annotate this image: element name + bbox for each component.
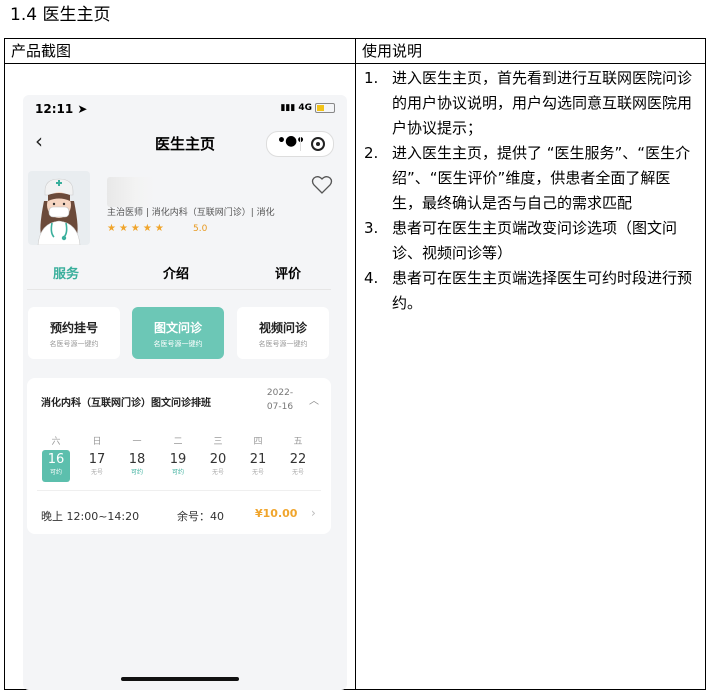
signal-icon: ▮▮▮ — [280, 103, 296, 113]
chevron-right-icon[interactable]: › — [311, 506, 316, 520]
service-text-consult-button[interactable]: 图文问诊 名医号源一键约 — [132, 307, 224, 359]
schedule-title: 消化内科（互联网门诊）图文问诊排班 — [41, 398, 211, 409]
day-item[interactable]: 六 16 可约 — [42, 434, 70, 482]
slot-price: ¥10.00 — [255, 507, 298, 520]
home-indicator — [121, 677, 239, 681]
rating-score: 5.0 — [193, 224, 208, 234]
day-item[interactable]: 二 19 可约 — [164, 434, 192, 482]
list-item: 1. 进入医生主页，首先看到进行互联网医院问诊的用户协议说明，用户勾选同意互联网… — [364, 69, 693, 137]
doctor-avatar — [28, 171, 90, 246]
list-item: 2. 进入医生主页，提供了 “医生服务”、“医生介绍”、“医生评价”维度，供患者… — [364, 144, 691, 212]
list-item: 3. 患者可在医生主页端改变问诊选项（图文问诊、视频问诊等） — [364, 219, 678, 262]
day-item[interactable]: 一 18 可约 — [123, 434, 151, 482]
list-item: 4. 患者可在医生主页端选择医生可约时段进行预约。 — [364, 269, 693, 312]
tab-service[interactable]: 服务 — [53, 263, 79, 282]
network-label: 4G — [298, 103, 312, 113]
day-item[interactable]: 五 22 无号 — [284, 434, 312, 482]
battery-icon — [315, 103, 335, 113]
tab-divider — [27, 289, 331, 290]
day-item[interactable]: 三 20 无号 — [204, 434, 232, 482]
tab-intro[interactable]: 介绍 — [163, 263, 189, 282]
col-header-instructions: 使用说明 — [355, 38, 706, 64]
tab-review[interactable]: 评价 — [275, 263, 301, 282]
close-icon[interactable] — [311, 137, 325, 151]
col-header-screenshot: 产品截图 — [4, 38, 356, 64]
status-bar: 12:11 ➤ ▮▮▮ 4G — [23, 95, 347, 125]
chevron-up-icon[interactable]: ︿ — [309, 392, 319, 407]
slot-time[interactable]: 晚上 12:00~14:20 — [41, 508, 139, 524]
section-title: 1.4 医生主页 — [10, 5, 111, 25]
heart-icon[interactable] — [311, 175, 333, 195]
service-video-consult-button[interactable]: 视频问诊 名医号源一键约 — [237, 307, 329, 359]
schedule-date: 2022- 07-16 — [266, 388, 294, 412]
instructions-list: 1. 进入医生主页，首先看到进行互联网医院问诊的用户协议说明，用户勾选同意互联网… — [364, 66, 698, 316]
day-item[interactable]: 四 21 无号 — [244, 434, 272, 482]
service-appointment-button[interactable]: 预约挂号 名医号源一键约 — [28, 307, 120, 359]
rating-stars: ★★★★★ — [107, 223, 167, 234]
mini-program-capsule: •●• — [266, 131, 334, 157]
phone-screenshot: 12:11 ➤ ▮▮▮ 4G ‹ 医生主页 •●• 主治医师 | 消化内科（互联… — [23, 95, 347, 690]
card-divider — [37, 490, 321, 491]
slot-remaining: 余号：40 — [177, 510, 224, 523]
status-time: 12:11 ➤ — [35, 102, 88, 116]
schedule-card: 消化内科（互联网门诊）图文问诊排班 2022- 07-16 ︿ 六 16 可约 日… — [27, 378, 331, 534]
nav-bar: ‹ 医生主页 •●• — [23, 125, 347, 161]
day-item[interactable]: 日 17 无号 — [83, 434, 111, 482]
tab-bar: 服务 介绍 评价 — [23, 257, 347, 287]
location-icon: ➤ — [77, 102, 88, 116]
doctor-meta: 主治医师 | 消化内科（互联网门诊）| 消化 — [107, 208, 275, 218]
name-blur-mask — [107, 177, 155, 207]
doctor-illustration-icon — [37, 178, 81, 246]
